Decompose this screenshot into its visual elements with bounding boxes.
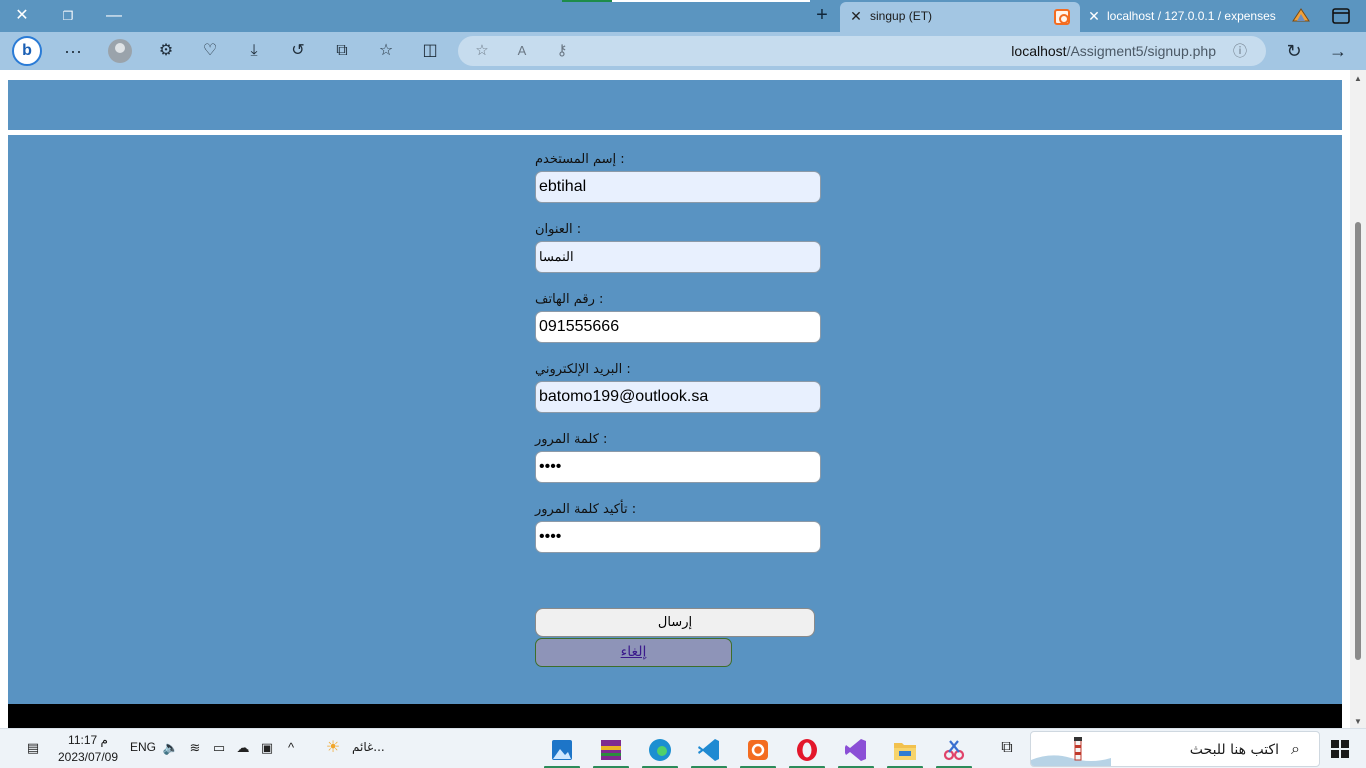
weather-text[interactable]: غائم...: [352, 740, 385, 754]
submit-button[interactable]: إرسال: [535, 608, 815, 637]
password-key-icon[interactable]: ⚷: [550, 39, 574, 63]
page-viewport: : إسم المستخدم : العنوان : رقم الهاتف : …: [0, 70, 1350, 728]
url-text: localhost/Assigment5/signup.php: [1011, 36, 1216, 66]
windows-taskbar: ▤ 11:17 م 2023/07/09 ENG 🔈 ≋ ▭ ☁ ▣ ^ ☀ غ…: [0, 728, 1366, 768]
tab-title: localhost / 127.0.0.1 / expenses t: [1107, 9, 1279, 23]
browser-essentials-icon[interactable]: ♡: [197, 39, 223, 63]
favorites-icon[interactable]: ☆: [373, 39, 399, 63]
collections-icon[interactable]: ⧉: [329, 39, 355, 63]
url-host: localhost: [1011, 43, 1067, 59]
search-icon: ⌕: [1291, 741, 1300, 758]
visual-studio-app-icon[interactable]: [838, 735, 874, 768]
email-input[interactable]: [535, 381, 821, 413]
battery-icon[interactable]: ▭: [210, 739, 228, 757]
meet-icon[interactable]: ▣: [258, 739, 276, 757]
add-favorite-icon[interactable]: ☆: [470, 39, 494, 63]
downloads-icon[interactable]: ⤓: [241, 39, 267, 63]
scroll-down-icon[interactable]: ▼: [1354, 717, 1362, 726]
phone-label: : رقم الهاتف: [535, 292, 604, 307]
notifications-icon[interactable]: ▤: [24, 739, 42, 757]
file-explorer-app-icon[interactable]: [887, 735, 923, 768]
clock-date[interactable]: 2023/07/09: [56, 750, 120, 764]
username-input[interactable]: [535, 171, 821, 203]
password-input[interactable]: [535, 451, 821, 483]
tab-phpmyadmin[interactable]: ✕ localhost / 127.0.0.1 / expenses t: [1082, 2, 1322, 32]
vscode-app-icon[interactable]: [691, 735, 727, 768]
extensions-icon[interactable]: ⚙: [153, 39, 179, 63]
show-hidden-icons-chevron-icon[interactable]: ^: [282, 739, 300, 757]
winrar-app-icon[interactable]: [593, 735, 629, 768]
page-scrollbar[interactable]: ▲ ▼: [1350, 70, 1366, 728]
minimize-window-icon[interactable]: —: [94, 4, 134, 28]
tab-actions-icon[interactable]: [1330, 6, 1352, 26]
tab-singup[interactable]: ✕ singup (ET): [840, 2, 1080, 32]
clock-time[interactable]: 11:17 م: [58, 733, 118, 747]
password-label: : كلمة المرور: [535, 432, 608, 447]
tab-close-icon[interactable]: ✕: [1086, 2, 1102, 30]
close-window-icon[interactable]: ✕: [2, 4, 42, 28]
search-highlight-lighthouse-icon: [1031, 737, 1111, 766]
forward-icon[interactable]: →: [1325, 39, 1351, 63]
tab-close-icon[interactable]: ✕: [848, 2, 864, 30]
page-footer: [8, 704, 1342, 728]
task-view-icon[interactable]: ⧉: [998, 739, 1016, 757]
scrollbar-thumb[interactable]: [1355, 222, 1361, 660]
confirm-password-label: : تأكيد كلمة المرور: [535, 502, 637, 517]
language-indicator[interactable]: ENG: [130, 740, 156, 754]
url-path: /Assigment5/signup.php: [1066, 43, 1216, 59]
page-header: [8, 80, 1342, 130]
site-info-icon[interactable]: ⓘ: [1228, 39, 1252, 63]
new-tab-button[interactable]: +: [806, 4, 838, 28]
address-label: : العنوان: [535, 222, 582, 237]
volume-icon[interactable]: 🔈: [162, 739, 180, 757]
phone-input[interactable]: [535, 311, 821, 343]
confirm-password-input[interactable]: [535, 521, 821, 553]
more-options-icon[interactable]: ···: [60, 39, 86, 63]
cancel-link[interactable]: إلغاء: [535, 638, 732, 667]
username-label: : إسم المستخدم: [535, 152, 625, 167]
xampp-app-icon[interactable]: [740, 735, 776, 768]
history-icon[interactable]: ↺: [285, 39, 311, 63]
onedrive-icon[interactable]: ☁: [234, 739, 252, 757]
bing-icon[interactable]: b: [12, 36, 42, 66]
scroll-up-icon[interactable]: ▲: [1354, 74, 1362, 83]
address-input[interactable]: [535, 241, 821, 273]
wifi-icon[interactable]: ≋: [186, 739, 204, 757]
weather-icon[interactable]: ☀: [324, 739, 342, 757]
email-label: : البريد الإلكتروني: [535, 362, 631, 377]
snipping-tool-app-icon[interactable]: [936, 735, 972, 768]
refresh-icon[interactable]: ↻: [1281, 39, 1307, 63]
browser-tab-bar: ✕ ❐ — + ✕ singup (ET) ✕ localhost / 127.…: [0, 0, 1366, 32]
windows-start-icon[interactable]: [1330, 739, 1350, 759]
edge-app-icon[interactable]: [642, 735, 678, 768]
xampp-favicon-icon: [1054, 9, 1070, 25]
split-screen-icon[interactable]: ◫: [417, 39, 443, 63]
taskbar-search[interactable]: اكتب هنا للبحث ⌕: [1030, 731, 1320, 767]
browser-toolbar: b ··· ⚙ ♡ ⤓ ↺ ⧉ ☆ ◫ ☆ A ⚷ localhost/Assi…: [0, 32, 1366, 70]
restore-window-icon[interactable]: ❐: [48, 4, 88, 28]
photos-app-icon[interactable]: [544, 735, 580, 768]
profile-avatar-icon[interactable]: [108, 39, 132, 63]
address-bar[interactable]: ☆ A ⚷ localhost/Assigment5/signup.php ⓘ: [458, 36, 1266, 66]
opera-app-icon[interactable]: [789, 735, 825, 768]
search-placeholder: اكتب هنا للبحث: [1189, 742, 1279, 758]
tab-title: singup (ET): [870, 9, 933, 23]
tab-strip-highlight-green: [562, 0, 612, 2]
read-aloud-icon[interactable]: A: [510, 39, 534, 63]
phpmyadmin-favicon-icon: [1292, 8, 1310, 22]
